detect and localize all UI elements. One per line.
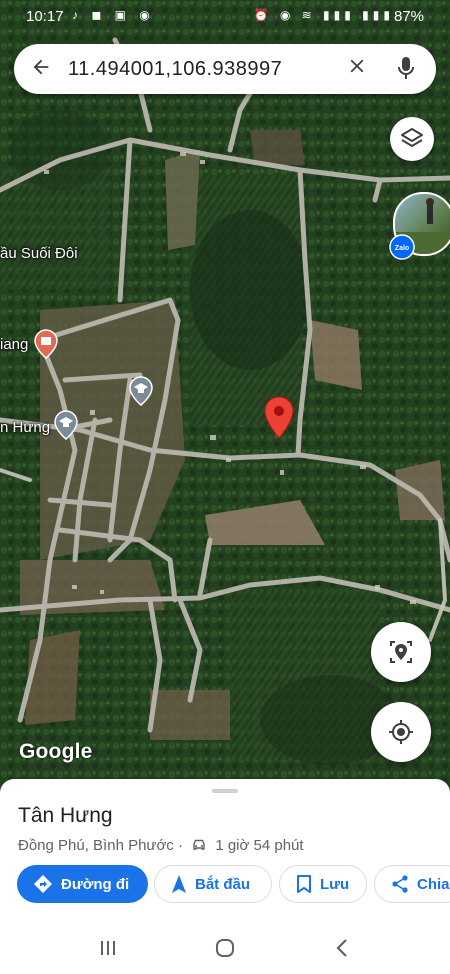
- google-logo: Google: [19, 740, 93, 763]
- sheet-drag-handle[interactable]: [212, 789, 238, 793]
- home-icon[interactable]: [214, 937, 236, 959]
- map-label-suoi-doi[interactable]: ầu Suối Đôi: [0, 245, 78, 262]
- start-label: Bắt đầu: [195, 875, 251, 893]
- notification-icons: ♪ ◼ ▣ ◉: [72, 8, 155, 22]
- status-time: 10:17: [26, 8, 64, 25]
- back-icon[interactable]: [334, 937, 350, 959]
- search-input[interactable]: 11.494001,106.938997: [68, 58, 282, 81]
- map-label-giang[interactable]: iang: [0, 336, 28, 353]
- microphone-icon[interactable]: [394, 55, 418, 81]
- navigation-arrow-icon: [172, 875, 186, 893]
- school-marker-icon[interactable]: [129, 376, 153, 406]
- share-icon: [392, 875, 408, 893]
- directions-button[interactable]: Đường đi: [17, 865, 148, 903]
- arrow-left-icon[interactable]: [30, 56, 52, 83]
- system-navigation-bar: [0, 920, 450, 974]
- recent-apps-icon[interactable]: [99, 939, 117, 957]
- separator-dot: ·: [177, 837, 183, 854]
- layers-icon: [401, 128, 423, 147]
- share-button[interactable]: Chia: [374, 865, 450, 903]
- search-bar[interactable]: 11.494001,106.938997: [14, 44, 436, 94]
- place-name: Tân Hưng: [18, 804, 113, 827]
- system-icons: ⏰ ◉ ≋ ▮▮▮ ▮▮▮: [253, 8, 394, 22]
- car-icon: [193, 839, 205, 850]
- zalo-badge-icon: Zalo: [389, 234, 415, 260]
- school-marker-icon[interactable]: [54, 410, 78, 440]
- crosshair-icon: [389, 720, 413, 744]
- directions-icon: [34, 875, 52, 893]
- place-subtitle: Đồng Phú, Bình Phước · 1 giờ 54 phút: [18, 837, 304, 854]
- svg-text:Zalo: Zalo: [395, 245, 409, 252]
- map-label-tan-hung[interactable]: n Hưng: [0, 419, 50, 436]
- bookmark-icon: [297, 875, 311, 893]
- map-pin-icon[interactable]: [263, 396, 295, 440]
- street-view-icon: [390, 641, 412, 663]
- street-view-button[interactable]: [371, 622, 431, 682]
- battery-level: 87%: [393, 8, 424, 25]
- share-label: Chia: [417, 875, 450, 893]
- travel-time: 1 giờ 54 phút: [215, 837, 304, 854]
- my-location-button[interactable]: [371, 702, 431, 762]
- poi-red-marker-icon[interactable]: [34, 329, 58, 359]
- save-label: Lưu: [320, 875, 350, 893]
- close-icon[interactable]: [346, 55, 368, 84]
- directions-label: Đường đi: [61, 875, 130, 893]
- place-area: Đồng Phú, Bình Phước: [18, 837, 174, 854]
- status-bar: 10:17 ♪ ◼ ▣ ◉ ⏰ ◉ ≋ ▮▮▮ ▮▮▮ 87%: [0, 0, 450, 34]
- start-button[interactable]: Bắt đầu: [154, 865, 272, 903]
- save-button[interactable]: Lưu: [279, 865, 367, 903]
- layers-button[interactable]: [390, 117, 434, 161]
